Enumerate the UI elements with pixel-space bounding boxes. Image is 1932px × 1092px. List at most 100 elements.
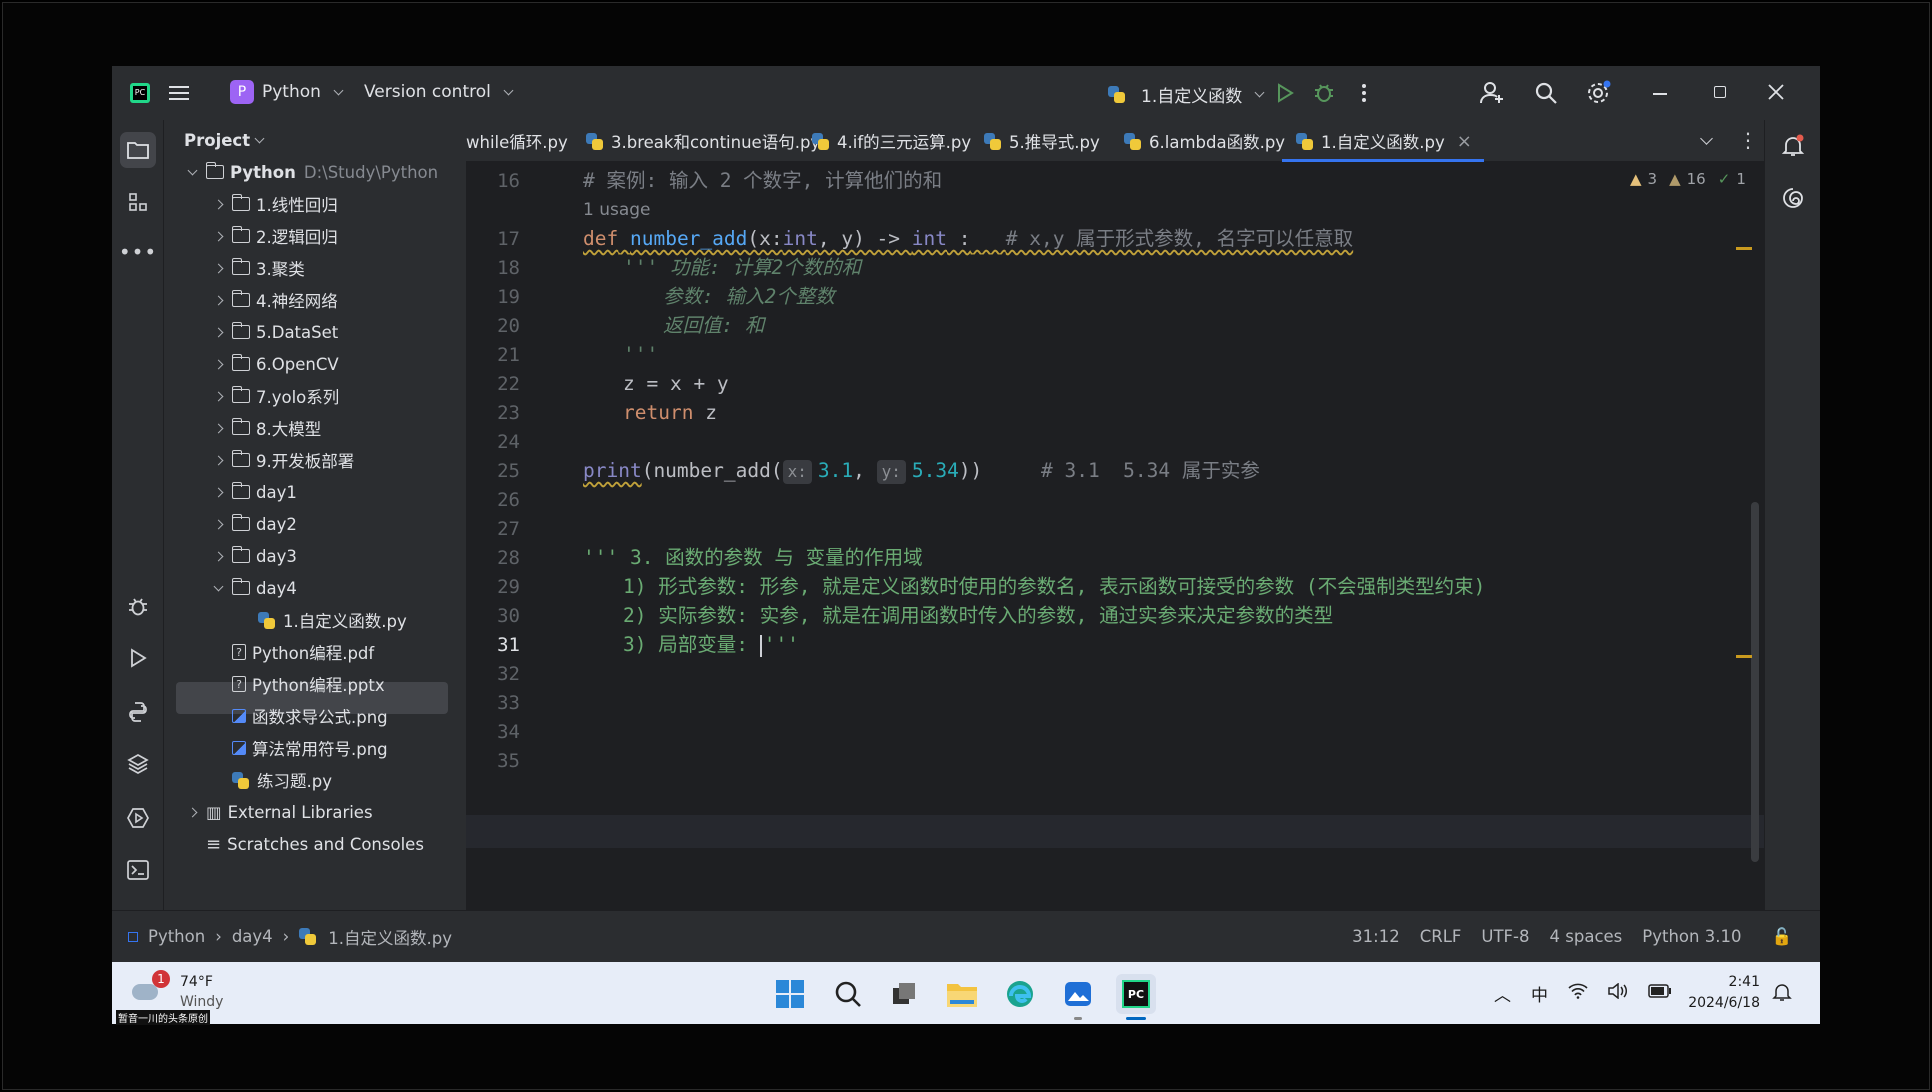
project-panel-header[interactable]: Project — [164, 120, 466, 160]
chevron-right-icon[interactable] — [210, 263, 226, 273]
project-tool-icon[interactable] — [120, 132, 156, 168]
chevron-right-icon[interactable] — [210, 231, 226, 241]
editor-tab[interactable]: 5.推导式.py — [984, 120, 1100, 162]
chevron-right-icon[interactable] — [210, 519, 226, 529]
taskbar-search-icon[interactable] — [828, 974, 868, 1014]
tree-folder[interactable]: 3.聚类 — [210, 252, 305, 284]
indent-setting[interactable]: 4 spaces — [1550, 927, 1623, 946]
tree-folder[interactable]: 2.逻辑回归 — [210, 220, 338, 252]
chevron-down-icon[interactable] — [184, 165, 200, 175]
tree-folder[interactable]: day4 — [210, 572, 297, 604]
notifications-bell-icon[interactable] — [1779, 132, 1807, 160]
structure-tool-icon[interactable] — [120, 184, 156, 220]
lock-icon[interactable]: 🔓 — [1771, 927, 1792, 947]
editor-tab[interactable]: 6.lambda函数.py — [1124, 120, 1285, 162]
tree-file[interactable]: 练习题.py — [210, 764, 332, 796]
edge-browser-icon[interactable] — [1000, 974, 1040, 1014]
tree-folder[interactable]: 8.大模型 — [210, 412, 321, 444]
tree-folder[interactable]: day3 — [210, 540, 297, 572]
chevron-right-icon[interactable] — [184, 807, 200, 817]
tray-overflow-icon[interactable]: ︿ — [1494, 981, 1511, 1006]
project-switcher[interactable]: P Python — [230, 80, 346, 104]
tree-folder[interactable]: 4.神经网络 — [210, 284, 338, 316]
chevron-right-icon[interactable] — [210, 551, 226, 561]
python-packages-icon[interactable] — [120, 746, 156, 782]
chevron-right-icon[interactable] — [210, 391, 226, 401]
chevron-right-icon[interactable] — [210, 423, 226, 433]
more-actions-icon[interactable] — [1354, 80, 1374, 106]
breadcrumb-item[interactable]: Python — [148, 927, 205, 946]
line-separator[interactable]: CRLF — [1420, 927, 1462, 946]
wifi-icon[interactable] — [1568, 983, 1588, 1004]
editor-tab[interactable]: while循环.py — [466, 120, 568, 162]
terminal-icon[interactable] — [120, 852, 156, 888]
chevron-right-icon[interactable] — [210, 487, 226, 497]
tree-folder[interactable]: day2 — [210, 508, 297, 540]
services-icon[interactable] — [120, 800, 156, 836]
tree-scratches[interactable]: ≡ Scratches and Consoles — [184, 828, 424, 860]
weather-widget[interactable]: 1 74°F Windy 暂音一川的头条原创 — [116, 970, 232, 1025]
main-menu-icon[interactable] — [166, 80, 192, 106]
chevron-right-icon[interactable] — [210, 455, 226, 465]
more-tools-icon[interactable]: ••• — [119, 234, 156, 270]
code-editor[interactable]: 16 17 18 19 20 21 22 23 24 25 26 27 28 29 30 31 32 33 34 35… — [466, 162, 1814, 910]
battery-icon[interactable] — [1648, 983, 1672, 1003]
tree-file[interactable]: 函数求导公式.png — [210, 700, 388, 732]
file-explorer-icon[interactable] — [942, 974, 982, 1014]
tree-file[interactable]: ? Python编程.pptx — [210, 668, 385, 700]
usage-hint[interactable]: 1 usage — [583, 195, 651, 225]
python-interpreter[interactable]: Python 3.10 — [1642, 927, 1741, 946]
photos-app-icon[interactable] — [1058, 974, 1098, 1020]
run-icon[interactable] — [1274, 82, 1296, 104]
debug-icon[interactable] — [1312, 80, 1336, 104]
tree-folder[interactable]: 7.yolo系列 — [210, 380, 339, 412]
notification-center-icon[interactable] — [1772, 982, 1794, 1004]
run-config-selector[interactable]: 1.自定义函数 — [1108, 82, 1267, 107]
vertical-scrollbar[interactable] — [1751, 502, 1759, 862]
search-icon[interactable] — [1532, 79, 1560, 107]
ai-assistant-icon[interactable] — [1779, 184, 1807, 212]
clock[interactable]: 2:41 2024/6/18 — [1686, 972, 1760, 1014]
settings-gear-icon[interactable] — [1584, 79, 1612, 107]
windows-taskbar: 1 74°F Windy 暂音一川的头条原创 PC ︿ 中 2:41 2024/… — [112, 962, 1820, 1025]
editor-tab[interactable]: 3.break和continue语句.py — [586, 120, 820, 162]
tree-folder[interactable]: 6.OpenCV — [210, 348, 339, 380]
chevron-right-icon[interactable] — [210, 359, 226, 369]
caret-position[interactable]: 31:12 — [1352, 927, 1400, 946]
tree-file[interactable]: 算法常用符号.png — [210, 732, 388, 764]
python-console-icon[interactable] — [120, 694, 156, 730]
start-button[interactable] — [770, 974, 810, 1014]
editor-tab-active[interactable]: 1.自定义函数.py × — [1282, 120, 1484, 162]
chevron-down-icon — [333, 85, 344, 95]
run-tool-icon[interactable] — [120, 640, 156, 676]
tree-folder[interactable]: 9.开发板部署 — [210, 444, 354, 476]
file-encoding[interactable]: UTF-8 — [1481, 927, 1529, 946]
volume-icon[interactable] — [1608, 981, 1628, 1004]
tab-options-icon[interactable]: ⋮ — [1738, 128, 1758, 152]
tab-list-icon[interactable] — [1700, 132, 1713, 145]
tree-folder[interactable]: day1 — [210, 476, 297, 508]
tree-external-libraries[interactable]: ▥ External Libraries — [184, 796, 373, 828]
chevron-down-icon[interactable] — [210, 581, 226, 591]
close-tab-icon[interactable]: × — [1457, 131, 1472, 152]
task-view-icon[interactable] — [884, 974, 924, 1014]
tree-folder[interactable]: 1.线性回归 — [210, 188, 338, 220]
breadcrumb-item[interactable]: 1.自定义函数.py — [328, 925, 452, 949]
tree-file[interactable]: ? Python编程.pdf — [210, 636, 374, 668]
tree-folder[interactable]: 5.DataSet — [210, 316, 338, 348]
add-user-icon[interactable] — [1478, 79, 1506, 107]
input-method-indicator[interactable]: 中 — [1531, 981, 1548, 1006]
tree-root[interactable]: Python D:\Study\Python — [184, 156, 438, 188]
breadcrumb-item[interactable]: day4 — [232, 927, 273, 946]
pycharm-taskbar-icon[interactable]: PC — [1116, 974, 1156, 1020]
vcs-menu[interactable]: Version control — [364, 82, 516, 102]
chevron-right-icon[interactable] — [210, 327, 226, 337]
minimize-icon[interactable] — [1650, 84, 1670, 104]
restore-icon[interactable] — [1710, 82, 1730, 102]
tree-file[interactable]: 1.自定义函数.py — [236, 604, 407, 636]
chevron-right-icon[interactable] — [210, 199, 226, 209]
chevron-right-icon[interactable] — [210, 295, 226, 305]
close-window-icon[interactable] — [1764, 80, 1788, 104]
debug-tool-icon[interactable] — [120, 588, 156, 624]
editor-tab[interactable]: 4.if的三元运算.py — [812, 120, 971, 162]
